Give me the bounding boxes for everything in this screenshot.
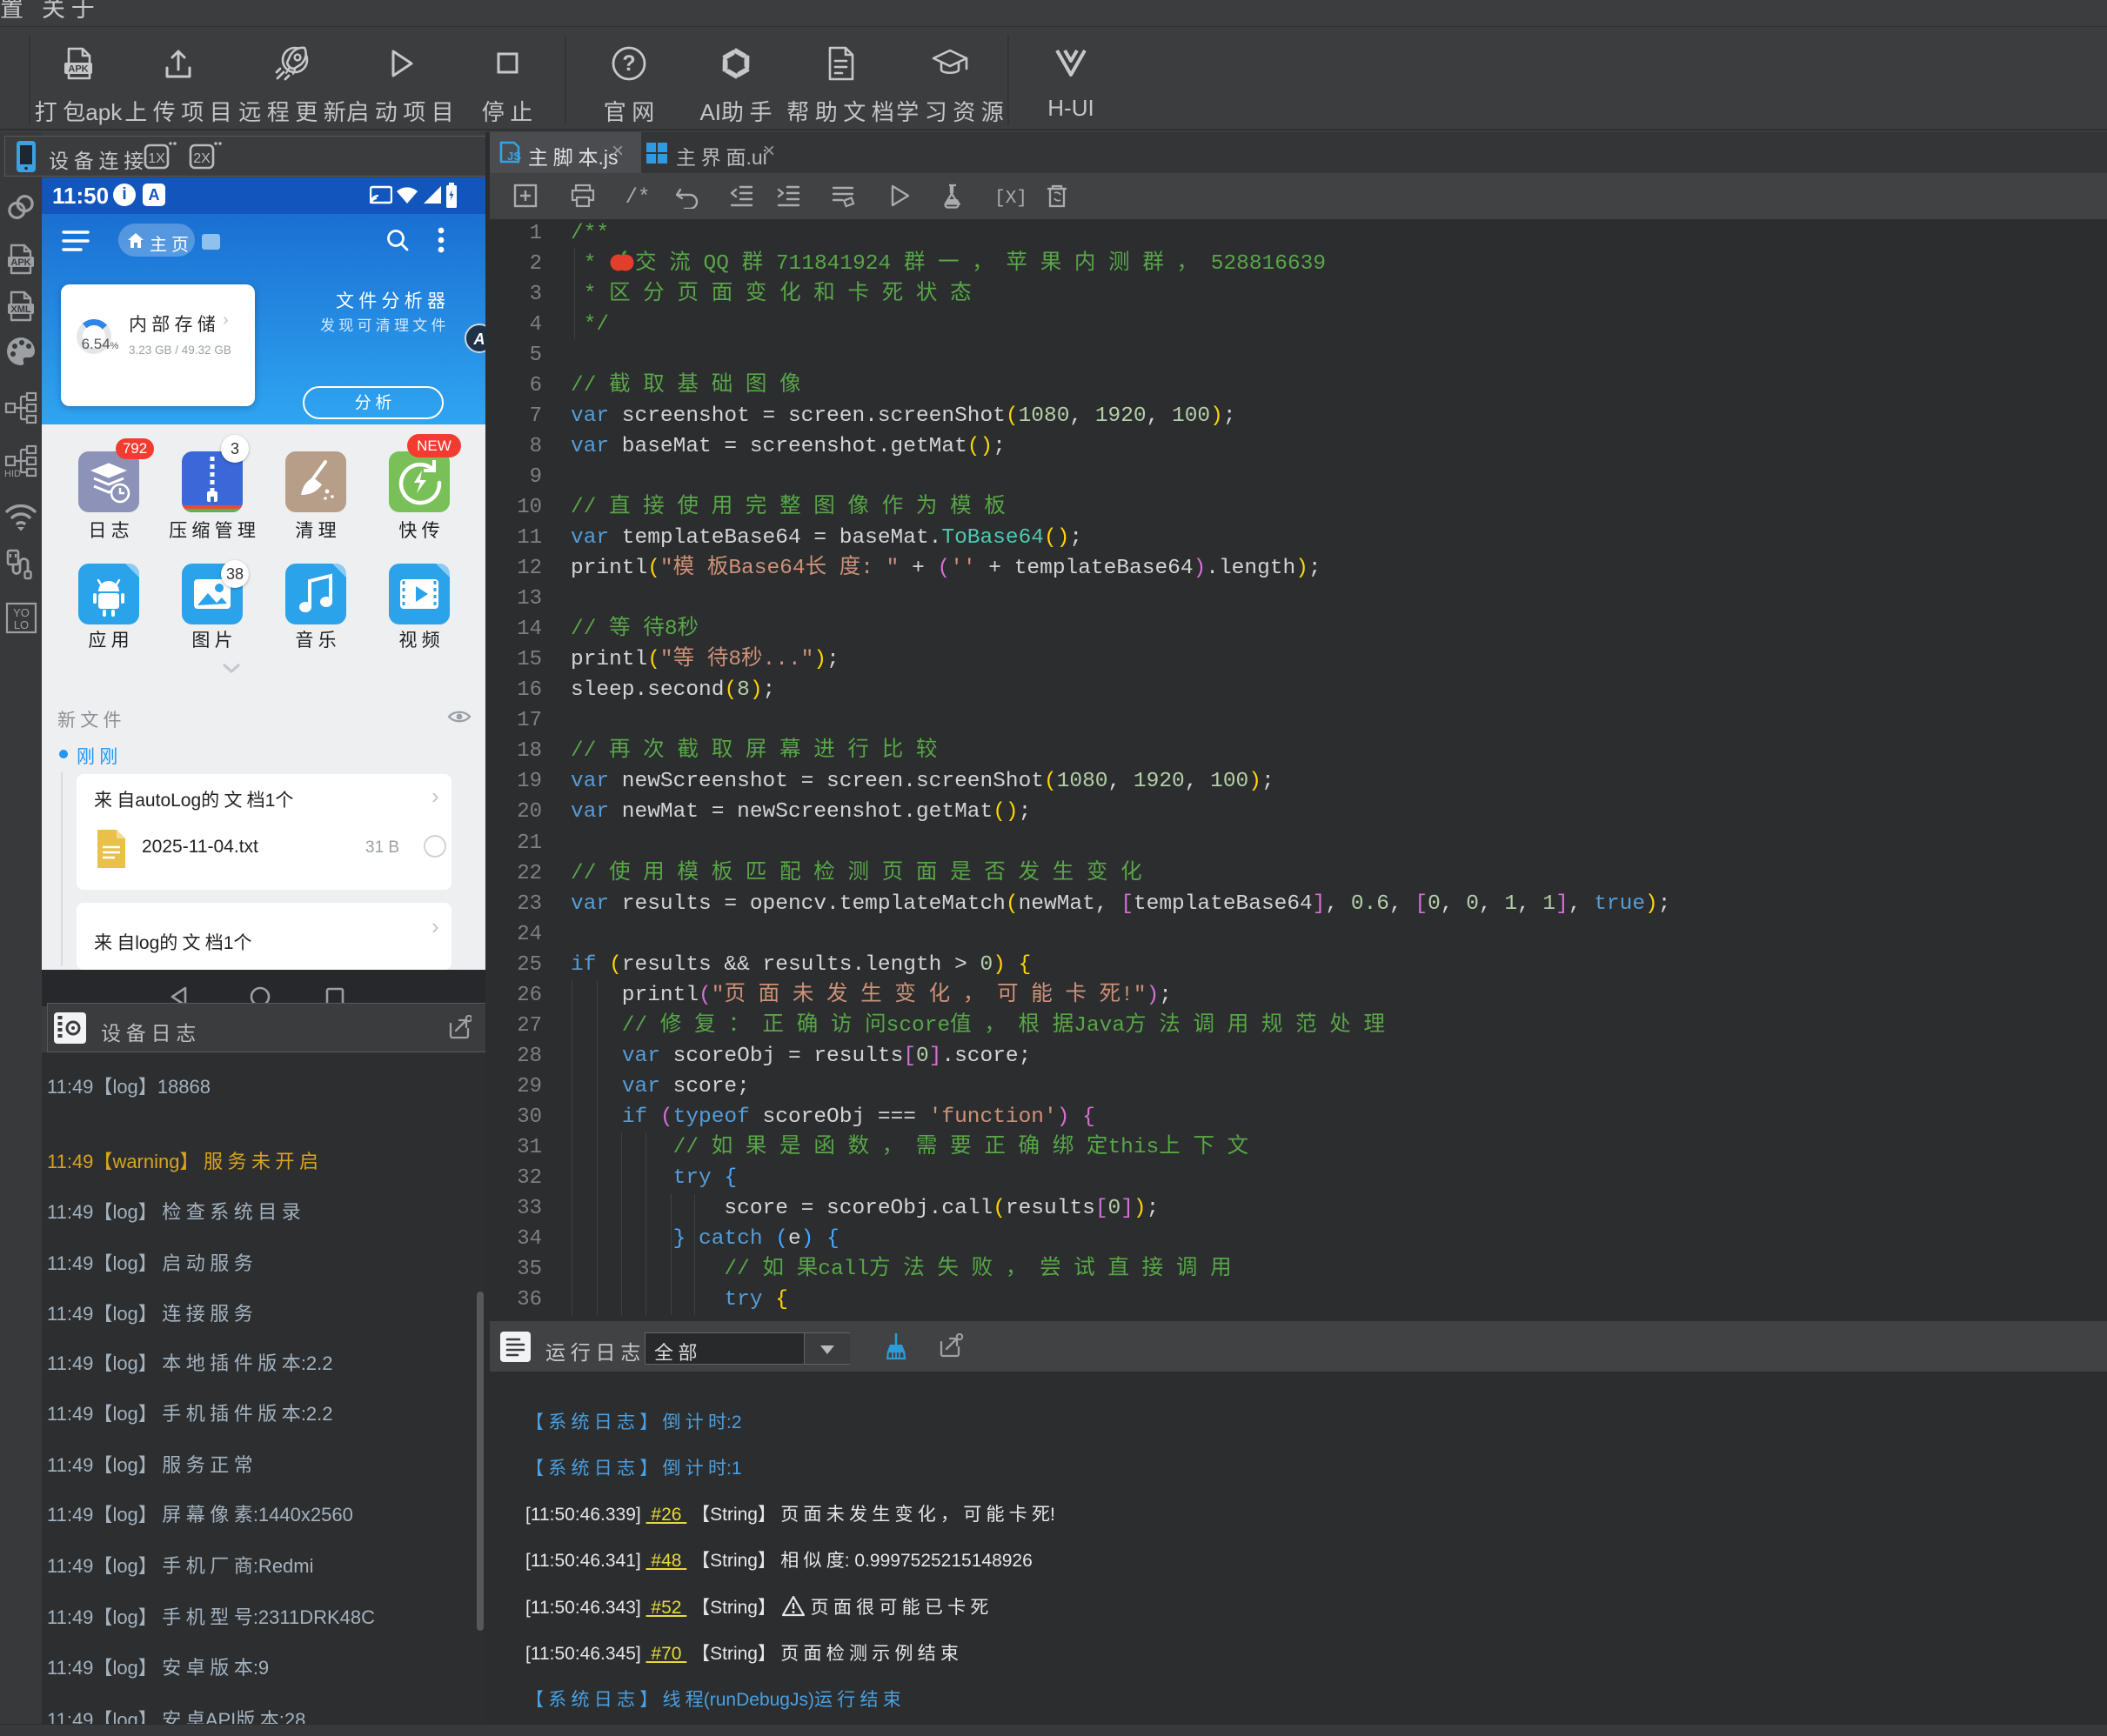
svg-text:1X: 1X [148,151,165,166]
svg-text:LO: LO [14,618,29,631]
svg-text:XML: XML [10,304,31,315]
svg-text:HID: HID [4,469,21,478]
svg-text:/*: /* [625,186,651,209]
svg-text:YO: YO [13,606,30,619]
svg-text:[X]: [X] [998,189,1024,209]
svg-text:2X: 2X [193,151,211,166]
svg-text:APK: APK [10,257,30,268]
svg-text:JS: JS [507,150,521,163]
svg-text:APK: APK [68,64,88,75]
svg-text:?: ? [622,51,635,76]
